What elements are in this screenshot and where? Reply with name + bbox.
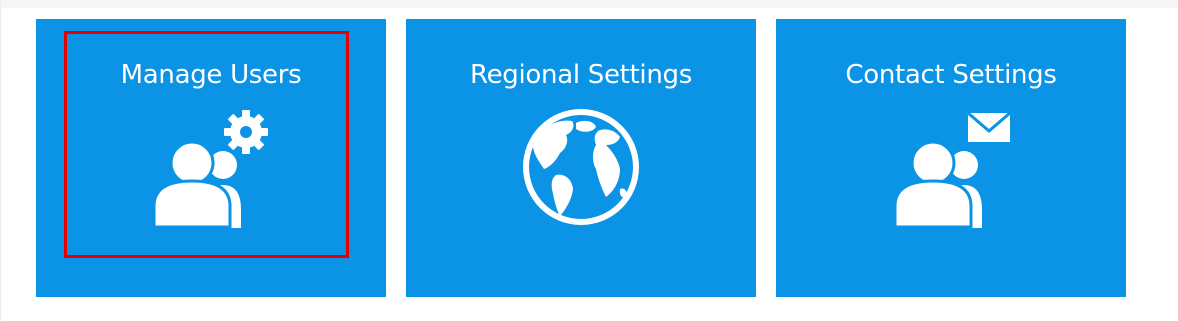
top-strip [0, 0, 1178, 8]
manage-users-tile[interactable]: Manage Users [36, 19, 386, 297]
contact-settings-tile[interactable]: Contact Settings [776, 19, 1126, 297]
globe-icon [523, 109, 639, 225]
users-envelope-icon [893, 111, 1011, 229]
regional-settings-tile[interactable]: Regional Settings [406, 19, 756, 297]
left-edge [0, 0, 1, 321]
users-gear-icon [152, 110, 268, 229]
